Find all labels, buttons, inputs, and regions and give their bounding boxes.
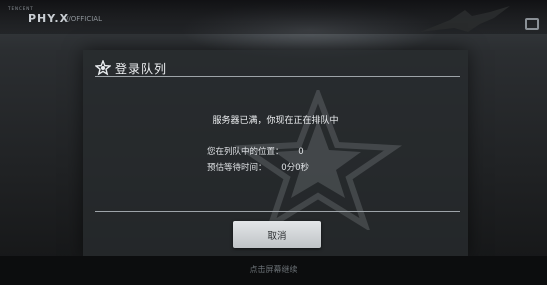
header-divider xyxy=(95,76,460,77)
game-logo: TENCENT PHY.X //OFFICIAL xyxy=(8,6,120,28)
bottom-bar[interactable]: 点击屏幕继续 xyxy=(0,256,547,285)
login-queue-dialog: 登录队列 服务器已满，你现在正在排队中 您在列队中的位置： 0 预估等待时间： … xyxy=(83,50,468,257)
screen-toggle-icon[interactable] xyxy=(525,18,539,30)
logo-sub-text: //OFFICIAL xyxy=(66,15,102,23)
wait-time-row: 预估等待时间： 0分0秒 xyxy=(207,161,309,173)
queue-position-value: 0 xyxy=(298,147,304,157)
star-emblem-watermark xyxy=(233,90,403,230)
queue-position-row: 您在列队中的位置： 0 xyxy=(207,145,304,157)
cancel-button[interactable]: 取消 xyxy=(233,221,321,248)
dialog-title: 登录队列 xyxy=(115,61,168,76)
tap-to-continue-hint: 点击屏幕继续 xyxy=(249,265,298,274)
wait-time-label: 预估等待时间： xyxy=(207,163,267,173)
wait-time-value: 0分0秒 xyxy=(281,163,310,173)
winged-star-icon xyxy=(95,60,111,76)
queue-message: 服务器已满，你现在正在排队中 xyxy=(212,116,339,126)
queue-position-label: 您在列队中的位置： xyxy=(207,147,284,157)
game-screen: TENCENT PHY.X //OFFICIAL 登录队列 服务器已满，你现在正… xyxy=(0,0,547,285)
top-bar: TENCENT PHY.X //OFFICIAL xyxy=(0,0,547,34)
skydiver-silhouette xyxy=(420,6,510,32)
logo-main-text: PHY.X xyxy=(28,12,70,25)
dialog-header: 登录队列 xyxy=(95,58,167,78)
logo-small-text: TENCENT xyxy=(8,6,34,11)
footer-divider xyxy=(95,211,460,212)
